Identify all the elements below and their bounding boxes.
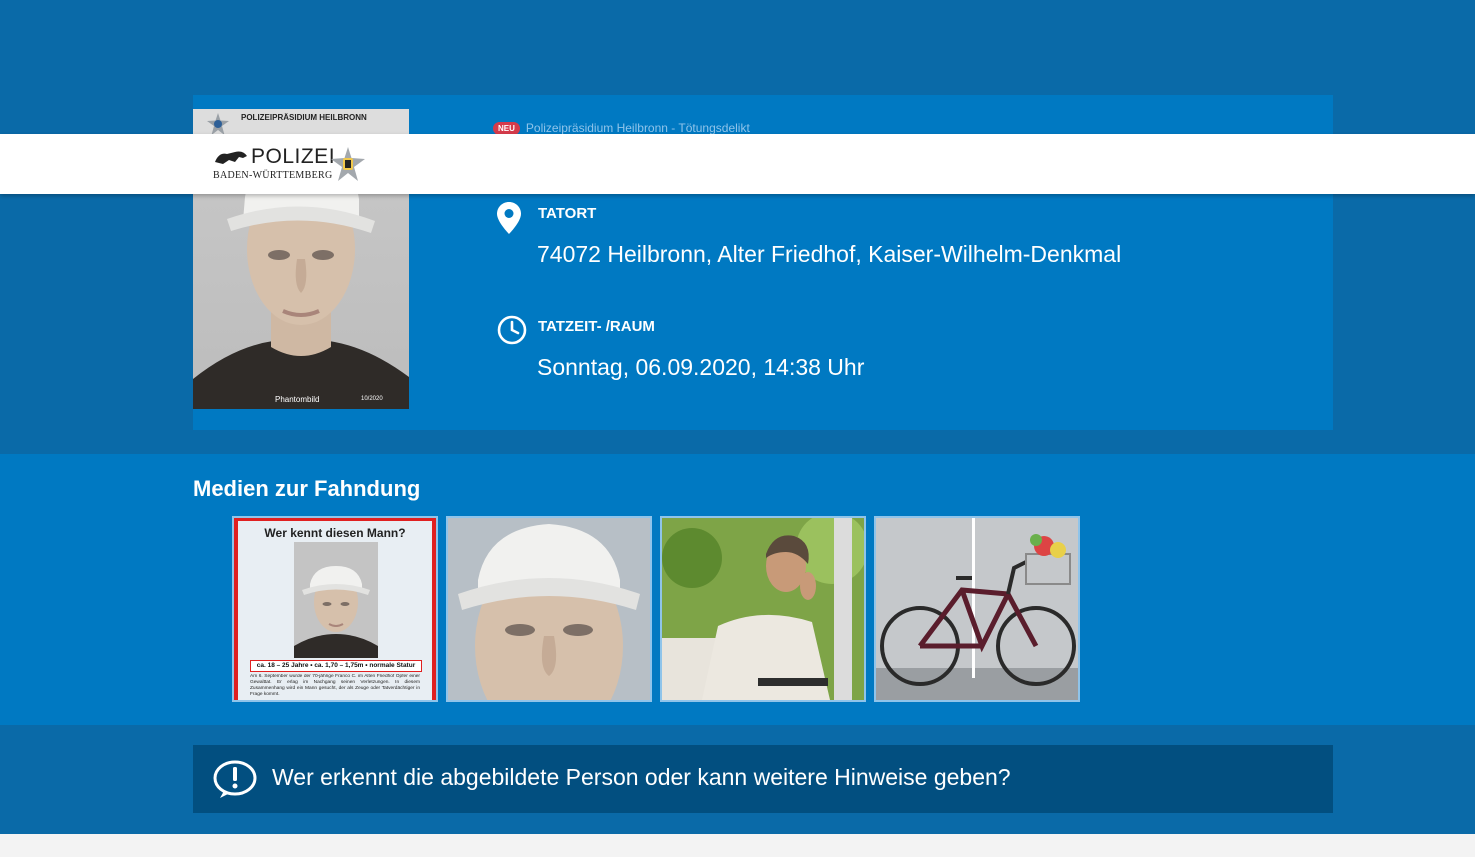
clock-icon bbox=[497, 315, 527, 345]
portrait-number: 10/2020 bbox=[361, 396, 383, 402]
phantom-closeup-drawing bbox=[458, 524, 640, 700]
lion-emblem-icon bbox=[215, 151, 247, 164]
breadcrumb[interactable]: NEU Polizeipräsidium Heilbronn - Tötungs… bbox=[493, 121, 750, 135]
bicycle-photo-drawing bbox=[876, 518, 1078, 700]
media-thumb-victim-photo[interactable] bbox=[660, 516, 866, 702]
cta-text: Wer erkennt die abgebildete Person oder … bbox=[272, 764, 1011, 790]
poster-border-right bbox=[432, 518, 436, 700]
tatort-value: 74072 Heilbronn, Alter Friedhof, Kaiser-… bbox=[537, 241, 1122, 267]
map-pin-icon bbox=[497, 202, 521, 234]
media-thumb-phantom[interactable] bbox=[446, 516, 652, 702]
exclamation-circle-icon bbox=[213, 760, 257, 798]
portrait-caption: Phantombild bbox=[275, 395, 320, 404]
media-thumb-bicycle[interactable] bbox=[874, 516, 1080, 702]
polizei-logo[interactable]: POLIZEI BADEN-WÜRTTEMBERG bbox=[211, 145, 366, 185]
poster-portrait bbox=[294, 542, 378, 658]
tatort-label: TATORT bbox=[538, 205, 597, 222]
poster-facts: ca. 18 – 25 Jahre • ca. 1,70 – 1,75m • n… bbox=[250, 660, 422, 672]
breadcrumb-text[interactable]: Polizeipräsidium Heilbronn - Tötungsdeli… bbox=[526, 121, 750, 135]
logo-subtitle: BADEN-WÜRTTEMBERG bbox=[213, 170, 333, 181]
victim-photo-drawing bbox=[662, 518, 864, 700]
poster-border-top bbox=[234, 518, 436, 521]
new-badge: NEU bbox=[493, 121, 520, 135]
poster-border-left bbox=[234, 518, 238, 700]
media-title: Medien zur Fahndung bbox=[193, 476, 421, 501]
police-star-icon bbox=[331, 147, 365, 181]
footer-strip bbox=[0, 834, 1475, 857]
tatzeit-value: Sonntag, 06.09.2020, 14:38 Uhr bbox=[537, 354, 865, 380]
tatzeit-label: TATZEIT- /RAUM bbox=[538, 318, 655, 335]
logo-word: POLIZEI bbox=[251, 145, 336, 168]
poster-headline: Wer kennt diesen Mann? bbox=[264, 526, 406, 540]
poster-portrait-drawing bbox=[294, 566, 378, 658]
poster-body: Am 6. September wurde der 70-jährige Fra… bbox=[250, 674, 420, 697]
media-thumb-poster[interactable]: Wer kennt diesen Mann? ca. 18 – 25 Jahre… bbox=[232, 516, 438, 702]
